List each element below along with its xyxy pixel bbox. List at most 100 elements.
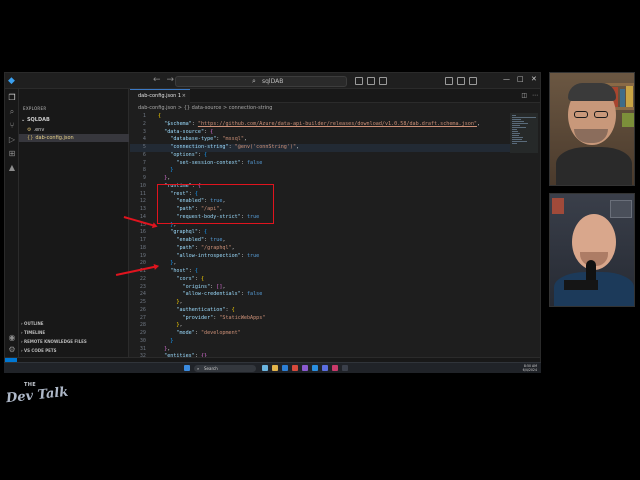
code-line[interactable]: 27 "provider": "StaticWebApps": [130, 315, 510, 323]
code-token: "cors": [176, 275, 195, 282]
breadcrumb-file[interactable]: dab-config.json: [138, 105, 176, 111]
code-line[interactable]: 9 },: [130, 175, 510, 183]
menu-item[interactable]: [42, 77, 56, 84]
code-line[interactable]: 24 "allow-credentials": false: [130, 291, 510, 299]
copilot-icon[interactable]: [367, 77, 375, 85]
code-line[interactable]: 25 },: [130, 299, 510, 307]
close-window-icon[interactable]: ✕: [531, 75, 537, 83]
code-line[interactable]: 3 "data-source": {: [130, 129, 510, 137]
split-editor-icon[interactable]: ◫: [521, 92, 527, 99]
line-number: 31: [139, 345, 146, 352]
remote-knowledge-panel-header[interactable]: › REMOTE KNOWLEDGE FILES: [21, 339, 87, 344]
menu-item[interactable]: [61, 77, 75, 84]
forward-arrow-icon[interactable]: →: [167, 75, 175, 85]
edge-browser-icon[interactable]: [282, 365, 288, 371]
toggle-layout-icon[interactable]: [355, 77, 363, 85]
timeline-panel-header[interactable]: › TIMELINE: [21, 330, 45, 335]
teams-icon[interactable]: [322, 365, 328, 371]
file-explorer-icon[interactable]: [272, 365, 278, 371]
accounts-icon[interactable]: [379, 77, 387, 85]
terminal-icon[interactable]: [342, 365, 348, 371]
task-view-icon[interactable]: [262, 365, 268, 371]
file-item-dab-config[interactable]: {} dab-config.json: [19, 134, 129, 142]
outline-panel-header[interactable]: › OUTLINE: [21, 321, 44, 326]
app-icon[interactable]: [332, 365, 338, 371]
file-item-env[interactable]: ⚙ .env: [19, 126, 129, 134]
code-line[interactable]: 22 "cors": {: [130, 276, 510, 284]
code-line[interactable]: 1{: [130, 113, 510, 121]
code-line[interactable]: 29 "mode": "development": [130, 330, 510, 338]
line-content: "cors": {: [158, 276, 204, 284]
code-line[interactable]: 16 "graphql": {: [130, 229, 510, 237]
minimize-icon[interactable]: —: [503, 75, 510, 83]
toggle-sidebar-icon[interactable]: [445, 77, 453, 85]
vscode-pets-panel-header[interactable]: › VS CODE PETS: [21, 348, 56, 353]
code-line[interactable]: 4 "database-type": "mssql",: [130, 136, 510, 144]
line-content: "allow-credentials": false: [158, 291, 263, 299]
code-token: {: [231, 306, 235, 313]
breadcrumb-connection-string[interactable]: connection-string: [229, 105, 273, 111]
taskbar-clock[interactable]: 8:50 AM 6/4/2024: [523, 364, 537, 372]
code-line[interactable]: 30 }: [130, 338, 510, 346]
windows-start-icon[interactable]: [184, 365, 190, 371]
account-icon[interactable]: ◉: [7, 333, 17, 343]
code-line[interactable]: 31 },: [130, 346, 510, 354]
app-icon[interactable]: [292, 365, 298, 371]
code-line[interactable]: 6 "options": {: [130, 152, 510, 160]
breadcrumb-data-source[interactable]: {} data-source: [184, 105, 222, 111]
run-debug-icon[interactable]: ▷: [7, 135, 17, 145]
more-actions-icon[interactable]: ⋯: [532, 92, 538, 99]
menu-item[interactable]: [23, 77, 37, 84]
line-content: },: [158, 260, 176, 268]
code-token: "/graphql": [200, 244, 232, 251]
vscode-taskbar-icon[interactable]: [312, 365, 318, 371]
minimap[interactable]: [510, 113, 538, 357]
stream-frame: ◆ ← → ⌕ sqlDAB — □ ✕ ❐ ⌕ ⑂ ▷ ⊞ ▲ ◉ ⚙ EXP…: [0, 0, 640, 480]
menu-bar[interactable]: [23, 77, 75, 84]
code-line[interactable]: 28 },: [130, 322, 510, 330]
json-file-icon: {}: [27, 135, 34, 141]
code-line[interactable]: 8 }: [130, 167, 510, 175]
code-line[interactable]: 23 "origins": [],: [130, 284, 510, 292]
code-token: "StaticWebApps": [219, 314, 266, 321]
manage-gear-icon[interactable]: ⚙: [7, 345, 17, 355]
back-arrow-icon[interactable]: ←: [153, 75, 161, 85]
line-number: 30: [139, 337, 146, 344]
code-line[interactable]: 5 "connection-string": "@env('connString…: [130, 144, 510, 152]
search-view-icon[interactable]: ⌕: [7, 107, 17, 117]
line-number: 1: [142, 113, 146, 119]
webcam-host-1: [549, 72, 635, 186]
workspace-folder[interactable]: ⌄ SQLDAB: [21, 117, 50, 123]
command-center-search[interactable]: ⌕ sqlDAB: [175, 76, 347, 87]
code-line[interactable]: 2 "$schema": "https://github.com/Azure/d…: [130, 121, 510, 129]
editor-actions: ◫ ⋯: [521, 92, 538, 99]
taskbar-search[interactable]: ⌕ Search: [194, 365, 256, 372]
azure-icon[interactable]: ▲: [7, 163, 17, 173]
toggle-panel-icon[interactable]: [457, 77, 465, 85]
visual-studio-icon[interactable]: [302, 365, 308, 371]
code-line[interactable]: 21 "host": {: [130, 268, 510, 276]
code-token: ,: [231, 244, 235, 251]
highlight-box-rest: [157, 184, 274, 224]
code-line[interactable]: 7 "set-session-context": false: [130, 160, 510, 168]
toggle-secondary-sidebar-icon[interactable]: [469, 77, 477, 85]
tab-dab-config[interactable]: dab-config.json 1 ×: [130, 89, 190, 103]
line-number: 16: [139, 229, 146, 236]
code-line[interactable]: 20 },: [130, 260, 510, 268]
code-token: "origins": [182, 283, 211, 290]
source-control-icon[interactable]: ⑂: [7, 121, 17, 131]
close-tab-icon[interactable]: ×: [182, 90, 186, 102]
line-number: 24: [139, 291, 146, 298]
code-line[interactable]: 19 "allow-introspection": true: [130, 253, 510, 261]
code-editor[interactable]: 1{2 "$schema": "https://github.com/Azure…: [130, 113, 510, 359]
code-line[interactable]: 17 "enabled": true,: [130, 237, 510, 245]
extensions-icon[interactable]: ⊞: [7, 149, 17, 159]
code-line[interactable]: 26 "authentication": {: [130, 307, 510, 315]
explorer-icon[interactable]: ❐: [7, 93, 17, 103]
code-token: false: [246, 159, 263, 166]
activity-bar: ❐ ⌕ ⑂ ▷ ⊞ ▲ ◉ ⚙: [5, 89, 19, 357]
code-line[interactable]: 18 "path": "/graphql",: [130, 245, 510, 253]
maximize-icon[interactable]: □: [517, 75, 524, 83]
